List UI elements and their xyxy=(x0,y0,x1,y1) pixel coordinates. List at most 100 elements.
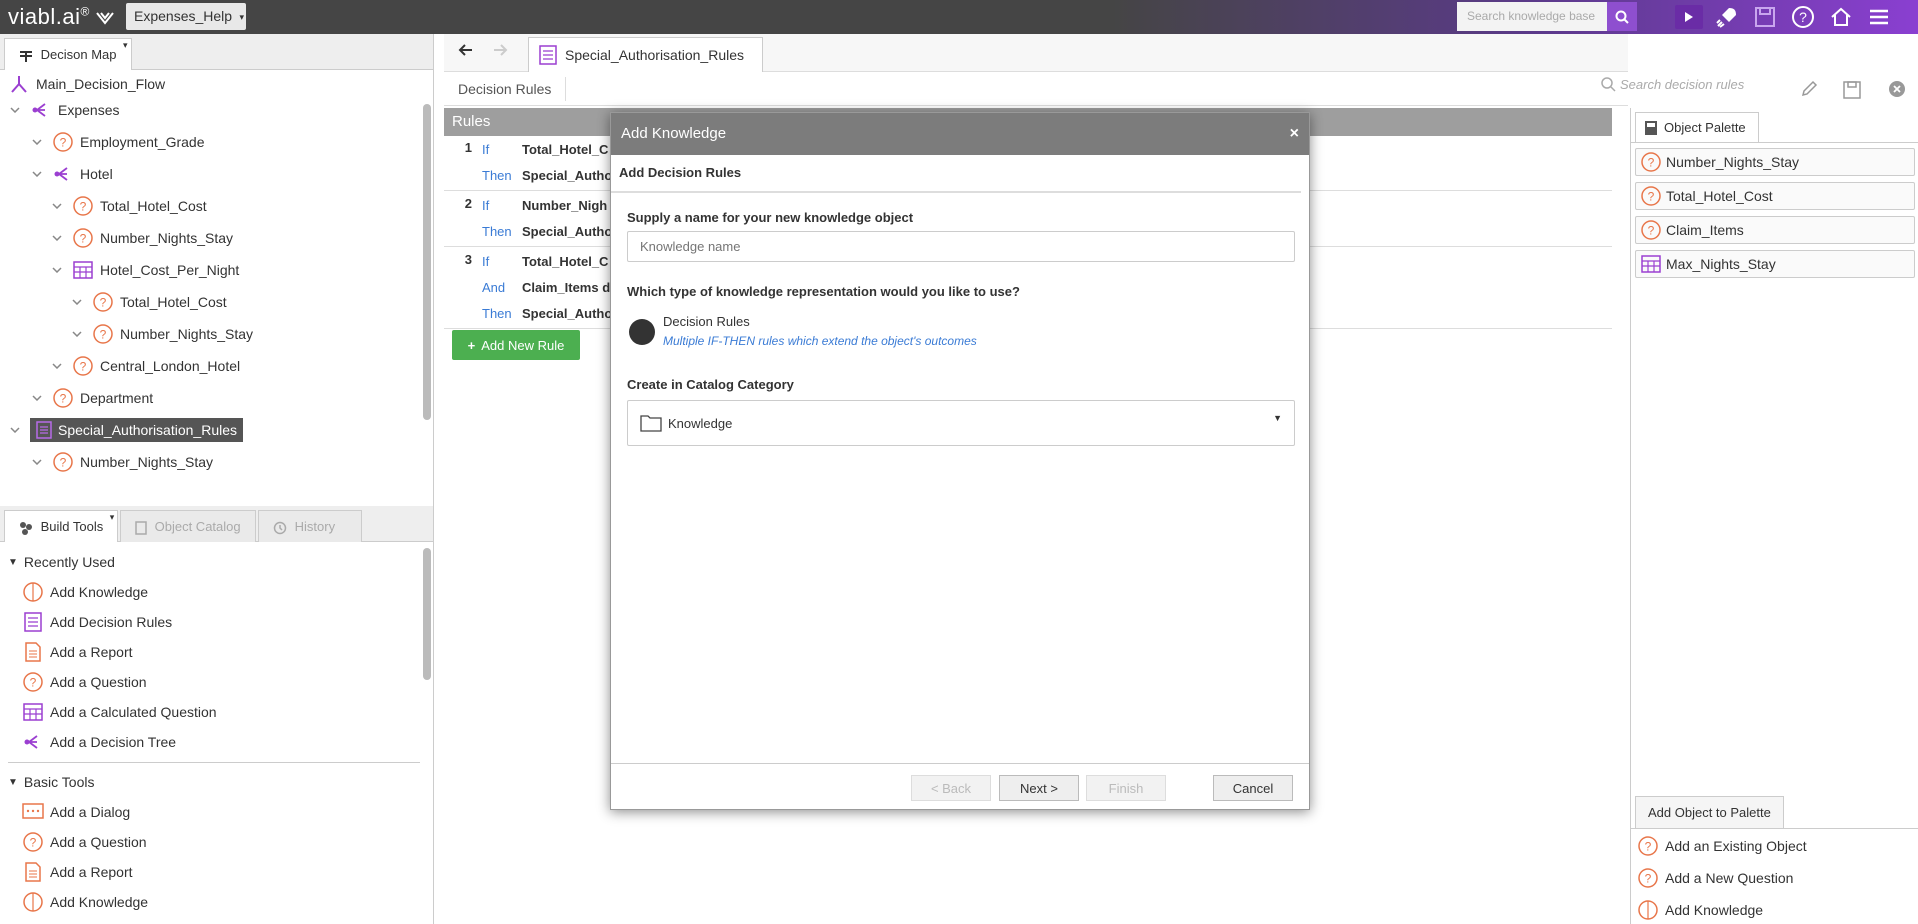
tab-menu-icon[interactable]: ▾ xyxy=(110,511,115,523)
help-button[interactable]: ? xyxy=(1784,0,1822,34)
chevron-down-icon[interactable] xyxy=(50,199,64,213)
home-button[interactable] xyxy=(1822,0,1860,34)
chevron-down-icon[interactable] xyxy=(30,167,44,181)
tab-decision-map[interactable]: Decison Map ▾ xyxy=(4,38,132,70)
rule-condition[interactable]: Total_Hotel_C xyxy=(522,254,608,269)
tab-build-tools[interactable]: Build Tools ▾ xyxy=(4,510,119,542)
name-field-label: Supply a name for your new knowledge obj… xyxy=(627,210,914,225)
deploy-button[interactable] xyxy=(1708,0,1746,34)
rule-conclusion[interactable]: Special_Autho xyxy=(522,168,612,183)
back-arrow-icon[interactable] xyxy=(458,42,474,61)
tool-add-decision-tree[interactable]: Add a Decision Tree xyxy=(22,728,176,756)
chevron-down-icon[interactable] xyxy=(50,231,64,245)
palette-item-max-nights-stay[interactable]: Max_Nights_Stay xyxy=(1635,250,1915,278)
palette-item-claim-items[interactable]: ? Claim_Items xyxy=(1635,216,1915,244)
tool-add-calculated-question[interactable]: Add a Calculated Question xyxy=(22,698,217,726)
rule-conclusion[interactable]: Special_Autho xyxy=(522,306,612,321)
knowledge-base-tab[interactable]: Expenses_Help ▾ xyxy=(126,3,247,31)
knowledge-base-search-input[interactable]: Search knowledge base xyxy=(1457,2,1607,31)
option-title[interactable]: Decision Rules xyxy=(663,314,750,329)
tree-item-total-hotel-cost-2[interactable]: ? Total_Hotel_Cost xyxy=(70,288,227,316)
tool-add-question[interactable]: ? Add a Question xyxy=(22,668,147,696)
close-icon[interactable]: × xyxy=(1290,113,1299,155)
app-logo[interactable]: viabl.ai® xyxy=(8,4,115,30)
play-icon xyxy=(1685,12,1693,22)
tab-history[interactable]: History xyxy=(258,510,362,542)
tool-add-report-basic[interactable]: Add a Report xyxy=(22,858,133,886)
chevron-down-icon[interactable] xyxy=(70,295,84,309)
tool-add-knowledge-basic[interactable]: Add Knowledge xyxy=(22,888,148,916)
close-editor-icon[interactable] xyxy=(1888,80,1906,101)
tree-scrollbar[interactable] xyxy=(423,104,431,420)
edit-pencil-icon[interactable] xyxy=(1800,80,1818,101)
chevron-down-icon[interactable] xyxy=(50,263,64,277)
tree-item-hotel[interactable]: Hotel xyxy=(30,160,113,188)
tab-menu-icon[interactable]: ▾ xyxy=(240,4,245,31)
document-tab[interactable]: Special_Authorisation_Rules xyxy=(528,37,763,72)
tree-item-hotel-cost-per-night[interactable]: Hotel_Cost_Per_Night xyxy=(50,256,239,284)
radio-decision-rules[interactable] xyxy=(629,319,655,345)
tab-menu-icon[interactable]: ▾ xyxy=(123,39,128,51)
tree-item-department[interactable]: ? Department xyxy=(30,384,153,412)
tree-item-special-authorisation-rules[interactable]: Special_Authorisation_Rules xyxy=(8,416,243,444)
chevron-down-icon[interactable] xyxy=(8,103,22,117)
forward-arrow-icon[interactable] xyxy=(492,42,508,61)
tree-item-employment-grade[interactable]: ? Employment_Grade xyxy=(30,128,205,156)
chevron-down-icon[interactable] xyxy=(30,391,44,405)
add-new-rule-button[interactable]: + Add New Rule xyxy=(452,330,580,360)
editor-sub-toolbar: Decision Rules xyxy=(444,72,1628,106)
calculated-question-icon xyxy=(1640,253,1662,275)
tree-item-expenses[interactable]: Expenses xyxy=(8,96,119,124)
question-icon: ? xyxy=(1637,835,1659,857)
tool-add-question-basic[interactable]: ? Add a Question xyxy=(22,828,147,856)
chevron-down-icon[interactable] xyxy=(8,423,22,437)
basic-tools-header[interactable]: ▼ Basic Tools xyxy=(8,774,94,790)
tool-add-decision-rules[interactable]: Add Decision Rules xyxy=(22,608,172,636)
chevron-down-icon[interactable] xyxy=(70,327,84,341)
tree-item-central-london-hotel[interactable]: ? Central_London_Hotel xyxy=(50,352,240,380)
rule-search-box[interactable]: Search decision rules xyxy=(1600,76,1744,92)
chevron-down-icon[interactable] xyxy=(50,359,64,373)
tab-object-catalog[interactable]: Object Catalog xyxy=(120,510,256,542)
section-label: Basic Tools xyxy=(23,774,95,790)
next-button[interactable]: Next > xyxy=(999,775,1079,801)
rule-condition[interactable]: Total_Hotel_C xyxy=(522,142,608,157)
add-existing-object-link[interactable]: ? Add an Existing Object xyxy=(1637,832,1807,860)
add-knowledge-link[interactable]: Add Knowledge xyxy=(1637,896,1763,924)
chevron-down-icon[interactable] xyxy=(30,135,44,149)
tree-item-number-nights-stay[interactable]: ? Number_Nights_Stay xyxy=(50,224,233,252)
rule-conclusion[interactable]: Special_Autho xyxy=(522,224,612,239)
main-menu-button[interactable] xyxy=(1860,0,1898,34)
chevron-down-icon[interactable]: ▼ xyxy=(1273,413,1282,423)
dialog-footer-divider xyxy=(611,763,1309,764)
finish-button[interactable]: Finish xyxy=(1086,775,1166,801)
cancel-button[interactable]: Cancel xyxy=(1213,775,1293,801)
tree-item-number-nights-stay-2[interactable]: ? Number_Nights_Stay xyxy=(70,320,253,348)
save-button[interactable] xyxy=(1746,0,1784,34)
tool-add-dialog[interactable]: Add a Dialog xyxy=(22,798,130,826)
run-button[interactable] xyxy=(1670,0,1708,34)
help-icon: ? xyxy=(1792,6,1814,28)
recently-used-header[interactable]: ▼ Recently Used xyxy=(8,554,115,570)
kb-tab-label: Expenses_Help xyxy=(134,8,233,24)
tool-add-report[interactable]: Add a Report xyxy=(22,638,133,666)
rule-condition[interactable]: Number_Nigh xyxy=(522,198,607,213)
tree-item-main-decision-flow[interactable]: Main_Decision_Flow xyxy=(8,70,165,98)
search-button[interactable] xyxy=(1607,2,1637,31)
tool-add-knowledge[interactable]: Add Knowledge xyxy=(22,578,148,606)
palette-item-number-nights-stay[interactable]: ? Number_Nights_Stay xyxy=(1635,148,1915,176)
tree-item-number-nights-stay-3[interactable]: ? Number_Nights_Stay xyxy=(30,448,213,476)
tree-item-total-hotel-cost[interactable]: ? Total_Hotel_Cost xyxy=(50,192,207,220)
tab-object-palette[interactable]: Object Palette xyxy=(1635,112,1759,142)
palette-item-total-hotel-cost[interactable]: ? Total_Hotel_Cost xyxy=(1635,182,1915,210)
tools-scrollbar[interactable] xyxy=(423,548,431,680)
chevron-down-icon[interactable] xyxy=(30,455,44,469)
type-question-label: Which type of knowledge representation w… xyxy=(627,284,1020,299)
back-button[interactable]: < Back xyxy=(911,775,991,801)
knowledge-name-input[interactable] xyxy=(627,231,1295,262)
rule-condition[interactable]: Claim_Items d xyxy=(522,280,610,295)
save-rules-icon[interactable] xyxy=(1842,80,1862,103)
add-new-question-link[interactable]: ? Add a New Question xyxy=(1637,864,1793,892)
tab-add-object-to-palette[interactable]: Add Object to Palette xyxy=(1635,796,1784,828)
catalog-category-select[interactable]: Knowledge ▼ xyxy=(627,400,1295,446)
